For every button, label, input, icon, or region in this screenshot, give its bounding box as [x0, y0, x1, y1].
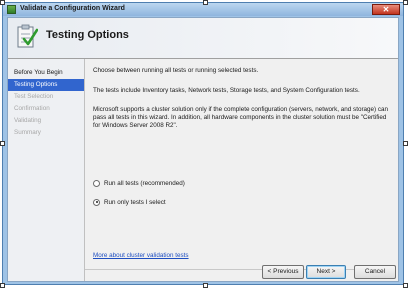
- more-info-link[interactable]: More about cluster validation tests: [93, 252, 189, 259]
- nav-item-validating: Validating: [14, 117, 42, 124]
- resize-handle-bottom-right[interactable]: [403, 283, 408, 288]
- radio-run-selected-tests[interactable]: [93, 198, 100, 206]
- wizard-step-nav: Before You Begin Testing Options Test Se…: [8, 59, 85, 281]
- radio-run-all-tests[interactable]: [93, 179, 100, 187]
- nav-item-before-you-begin[interactable]: Before You Begin: [8, 67, 84, 79]
- page-title: Testing Options: [46, 29, 129, 41]
- content-pane: Choose between running all tests or runn…: [93, 59, 393, 269]
- option-run-all-tests[interactable]: Run all tests (recommended): [93, 178, 185, 188]
- nav-item-summary: Summary: [14, 129, 41, 136]
- window-title: Validate a Configuration Wizard: [20, 5, 125, 12]
- support-info-text: Microsoft supports a cluster solution on…: [93, 106, 389, 129]
- resize-handle-left[interactable]: [0, 141, 5, 146]
- wizard-header: Testing Options: [8, 18, 398, 59]
- option-run-selected-tests[interactable]: Run only tests I select: [93, 197, 166, 207]
- close-button[interactable]: ✕: [372, 4, 400, 15]
- cancel-button[interactable]: Cancel: [354, 265, 396, 279]
- resize-handle-right[interactable]: [403, 141, 408, 146]
- wizard-app-icon: [7, 5, 16, 14]
- tests-info-text: The tests include Inventory tasks, Netwo…: [93, 87, 360, 94]
- resize-handle-top-left[interactable]: [0, 0, 5, 5]
- nav-item-confirmation: Confirmation: [14, 105, 50, 112]
- previous-button[interactable]: < Previous: [262, 265, 304, 279]
- radio-label-run-all[interactable]: Run all tests (recommended): [104, 180, 185, 187]
- nav-item-testing-options[interactable]: Testing Options: [8, 79, 84, 91]
- wizard-window: Validate a Configuration Wizard ✕ Testin…: [2, 2, 404, 285]
- intro-text: Choose between running all tests or runn…: [93, 67, 259, 74]
- button-divider: [85, 269, 395, 270]
- wizard-client-area: Testing Options Before You Begin Testing…: [7, 17, 399, 282]
- resize-handle-bottom[interactable]: [203, 283, 208, 288]
- nav-item-test-selection: Test Selection: [14, 93, 54, 100]
- resize-handle-top[interactable]: [203, 0, 208, 5]
- radio-label-run-selected[interactable]: Run only tests I select: [104, 199, 166, 206]
- resize-handle-top-right[interactable]: [403, 0, 408, 5]
- next-button[interactable]: Next >: [306, 265, 346, 279]
- resize-handle-bottom-left[interactable]: [0, 283, 5, 288]
- validation-checklist-icon: [17, 24, 38, 48]
